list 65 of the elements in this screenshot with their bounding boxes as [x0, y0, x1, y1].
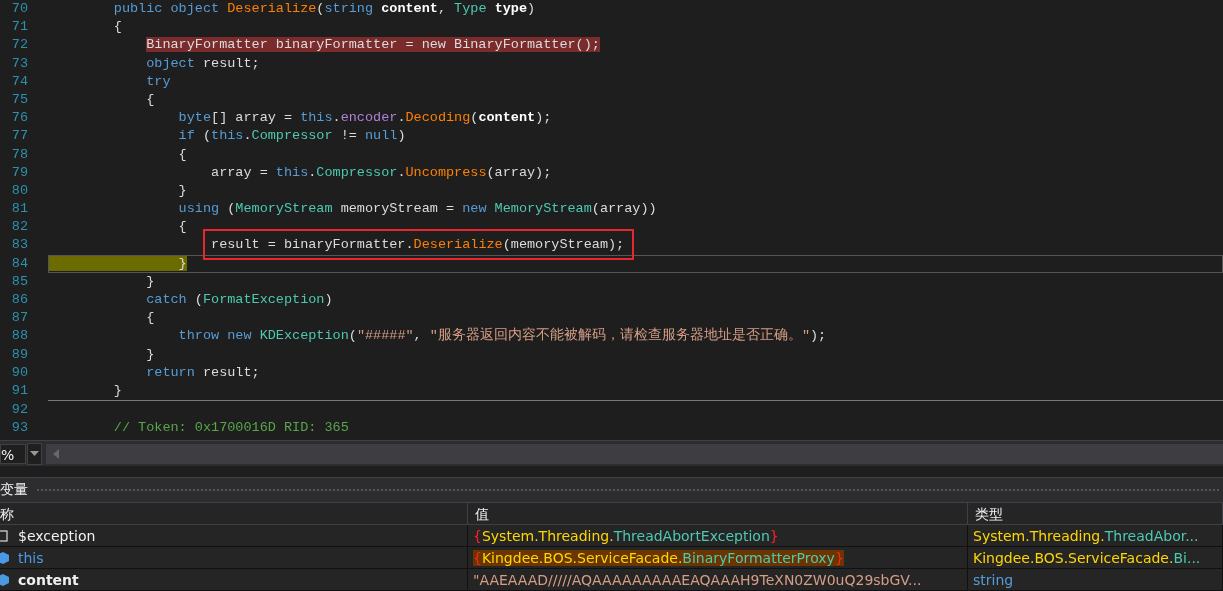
variable-type: System.Threading.ThreadAbor...: [973, 528, 1199, 544]
line-number: 92: [10, 401, 29, 420]
line-number: 84: [10, 254, 29, 273]
code-line: // Token: 0x1700016D RID: 365: [112, 419, 349, 438]
line-number: 81: [10, 200, 29, 219]
code-line: throw new KDException("#####", "服务器返回内容不能被解码，请检查服务器地址是否正确。");: [177, 327, 827, 346]
line-number: 87: [10, 309, 29, 328]
code-line: array = this.Compressor.Uncompress(array);: [210, 163, 552, 182]
variable-value: "AAEAAAD/////AQAAAAAAAAAEAQAAAH9TeXN0ZW0uQ29sbGV...: [473, 572, 922, 588]
cube-icon: [0, 573, 9, 586]
code-line: try: [145, 72, 171, 91]
line-number: 75: [10, 90, 29, 109]
line-number: 70: [10, 0, 29, 18]
line-number: 71: [10, 18, 29, 37]
code-line: byte[] array = this.encoder.Decoding(content);: [177, 109, 552, 128]
line-number: 93: [10, 419, 29, 438]
line-number: 77: [10, 127, 29, 146]
code-line: {: [177, 145, 187, 164]
caret-icon: [30, 451, 39, 456]
variable-value: {Kingdee.BOS.ServiceFacade.BinaryFormatterProxy}: [473, 550, 844, 566]
column-header[interactable]: 值: [468, 502, 968, 525]
code-line: catch (FormatException): [145, 291, 333, 309]
line-number: 90: [10, 363, 29, 382]
line-number: 78: [10, 145, 29, 164]
panel-title: 变量: [0, 481, 28, 499]
code-line: }: [145, 345, 155, 364]
line-number: 89: [10, 345, 29, 364]
line-number: 85: [10, 272, 29, 291]
code-line: {: [177, 218, 187, 237]
code-line: {: [112, 18, 122, 37]
scroll-left-icon[interactable]: [53, 448, 59, 459]
code-line: if (this.Compressor != null): [177, 127, 406, 146]
column-header[interactable]: 称: [0, 502, 468, 525]
line-number: 83: [10, 236, 29, 255]
horizontal-scrollbar[interactable]: [46, 443, 1223, 464]
line-number: 80: [10, 181, 29, 200]
line-number: 86: [10, 291, 29, 309]
column-header[interactable]: 类型: [968, 502, 1223, 525]
line-number: 82: [10, 218, 29, 237]
zoom-dropdown[interactable]: [27, 442, 42, 465]
code-line: }: [145, 272, 155, 291]
code-line: {: [145, 90, 155, 109]
zoom-field[interactable]: %: [0, 443, 26, 464]
code-line: return result;: [145, 363, 260, 382]
code-line: using (MemoryStream memoryStream = new MemoryStream(array)): [177, 200, 657, 219]
code-line: {: [145, 309, 155, 328]
code-line: }: [177, 181, 187, 200]
line-number: 73: [10, 54, 29, 73]
cube-icon: [0, 551, 9, 564]
variable-name: content: [18, 570, 79, 590]
code-line: object result;: [145, 54, 260, 73]
line-number: 76: [10, 109, 29, 128]
exception-icon: [0, 529, 9, 542]
line-number: 79: [10, 163, 29, 182]
variable-name: this: [18, 548, 44, 568]
code-line: }: [112, 381, 122, 400]
line-number: 88: [10, 327, 29, 346]
line-number: 72: [10, 36, 29, 55]
line-number: 74: [10, 72, 29, 91]
code-line: public object Deserialize(string content, Type type): [112, 0, 536, 18]
variable-value: {System.Threading.ThreadAbortException}: [473, 528, 779, 544]
variable-type: Kingdee.BOS.ServiceFacade.Bi...: [973, 550, 1201, 566]
variable-name: $exception: [18, 526, 96, 546]
variable-type: string: [973, 572, 1014, 588]
line-number: 91: [10, 381, 29, 400]
